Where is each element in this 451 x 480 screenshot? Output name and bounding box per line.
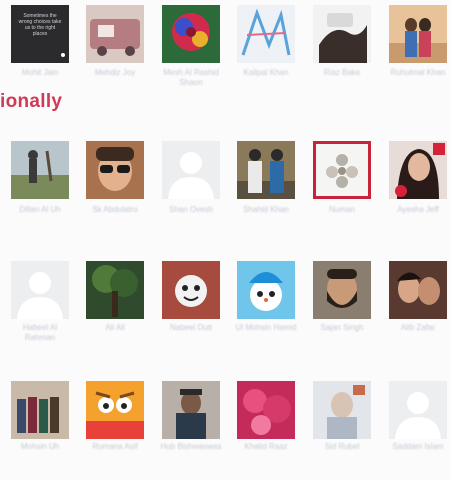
sticker-photo[interactable] [162, 261, 220, 319]
default-avatar-icon[interactable] [389, 381, 447, 439]
friend-name[interactable]: Ul Mohsin Hamid [233, 323, 299, 333]
friend-name[interactable]: Dillan Al Uh [7, 205, 73, 215]
woman-portrait-photo[interactable] [389, 141, 447, 199]
friend-name[interactable]: Saddam Islam [385, 442, 451, 452]
tree-photo[interactable] [86, 261, 144, 319]
friend-name[interactable]: Numan [309, 205, 375, 215]
flower-art-photo[interactable] [313, 141, 371, 199]
section-heading: ionally [0, 91, 63, 112]
friend-name[interactable]: Mehdiz Joy [82, 68, 148, 78]
friend-name[interactable]: Shan Ovesh [158, 205, 224, 215]
outdoor-photo[interactable] [11, 141, 69, 199]
friend-name[interactable]: Alib Zafar [385, 323, 451, 333]
friend-name[interactable]: Khalid Raaz [233, 442, 299, 452]
text-post-image[interactable]: Sometimes the wrong choices take us to t… [11, 5, 69, 63]
snowman-photo[interactable] [237, 261, 295, 319]
friend-name[interactable]: Ali All [82, 323, 148, 333]
default-avatar-icon[interactable] [11, 261, 69, 319]
car-photo[interactable] [86, 5, 144, 63]
friend-name[interactable]: Mohsin Uh [7, 442, 73, 452]
friend-name[interactable]: Rumana Asif [82, 442, 148, 452]
friend-name[interactable]: Hub Bishwaswas [158, 442, 224, 452]
friend-name[interactable]: Shahid Khan [233, 205, 299, 215]
friend-name[interactable]: Sk Abdulatro [82, 205, 148, 215]
couple-photo[interactable] [389, 5, 447, 63]
group-photo[interactable] [11, 381, 69, 439]
cartoon-face-photo[interactable] [86, 381, 144, 439]
hands-photo[interactable] [313, 5, 371, 63]
sunglasses-selfie-photo[interactable] [86, 141, 144, 199]
friend-name[interactable]: Riaz Bake [309, 68, 375, 78]
photo-text: Sometimes the wrong choices take us to t… [18, 13, 62, 37]
friend-name[interactable]: Habeel Al Rahman [7, 323, 73, 343]
friend-name[interactable]: Sid Rubel [309, 442, 375, 452]
sketch-photo[interactable] [237, 5, 295, 63]
pink-flowers-photo[interactable] [237, 381, 295, 439]
friend-name[interactable]: Nabeel Dutt [158, 323, 224, 333]
friend-name[interactable]: Ruhulmal Khan [385, 68, 451, 78]
bearded-man-photo[interactable] [313, 261, 371, 319]
default-avatar-icon[interactable] [162, 141, 220, 199]
friend-name[interactable]: Kalipal Khan [233, 68, 299, 78]
friend-name[interactable]: Mohit Jain [7, 68, 73, 78]
rose-photo[interactable] [162, 5, 220, 63]
friend-name[interactable]: Ayesha Jeff [385, 205, 451, 215]
two-men-photo[interactable] [237, 141, 295, 199]
selfie-couple-photo[interactable] [389, 261, 447, 319]
friend-name[interactable]: Sajan Singh [309, 323, 375, 333]
man-portrait-photo[interactable] [162, 381, 220, 439]
bright-portrait-photo[interactable] [313, 381, 371, 439]
friend-name[interactable]: Mesh Al Rashid Shaon [158, 68, 224, 88]
